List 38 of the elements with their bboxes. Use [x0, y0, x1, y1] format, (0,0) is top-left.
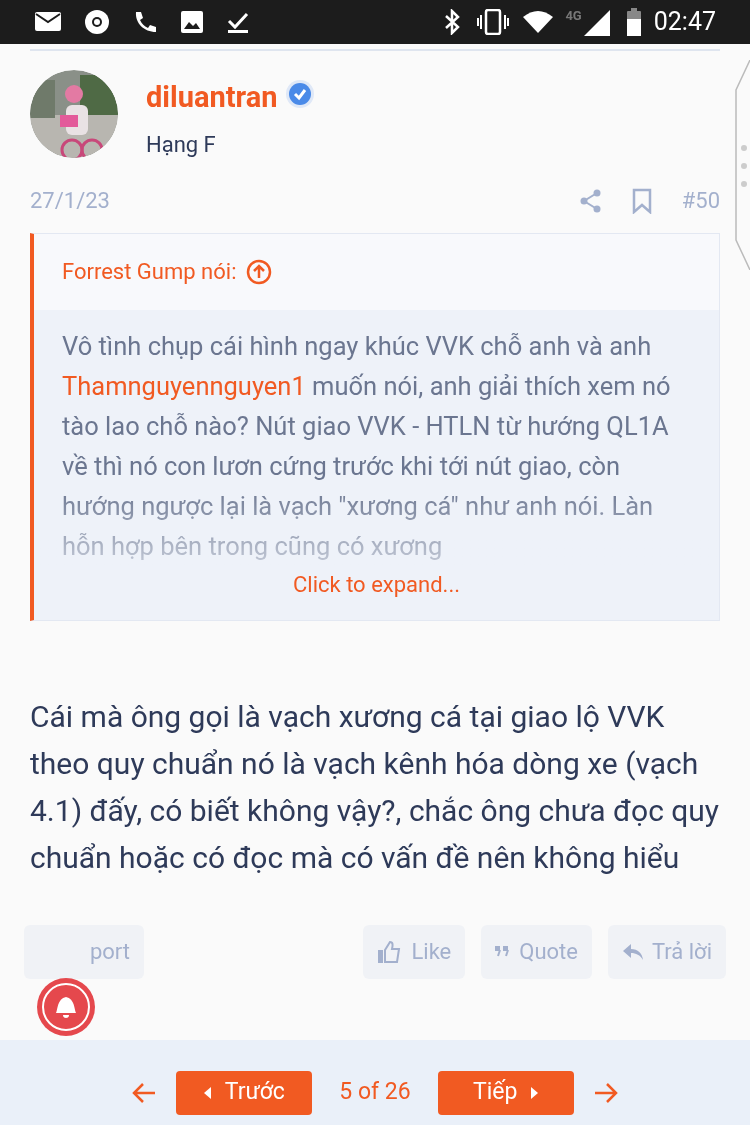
post-body: Cái mà ông gọi là vạch xương cá tại giao lộ VVK theo quy chuẩn nó là vạch kênh hóa dòng xe (vạch 4.1) đấy, có biết không vậy?, chắc ông chưa đọc quy chuẩn hoặc có đọc mà có vấn đề nên không hiểu: [29, 697, 721, 877]
arrow-right-icon[interactable]: [593, 1081, 618, 1104]
quote-author[interactable]: Forrest Gump nói:: [62, 255, 237, 288]
wifi-icon: [523, 11, 554, 33]
mail-icon: [34, 11, 62, 33]
page-indicator: 5 of 26: [339, 1077, 411, 1108]
report-button[interactable]: port: [24, 924, 144, 979]
user-rank: Hạng F: [146, 130, 217, 159]
bluetooth-icon: [443, 9, 462, 35]
bookmark-icon[interactable]: [631, 187, 652, 214]
like-button[interactable]: Like: [363, 924, 466, 979]
quote-marks-icon: [495, 945, 510, 958]
previous-button[interactable]: Trước: [176, 1070, 313, 1115]
vibrate-icon: [477, 9, 510, 35]
username[interactable]: diluantran: [146, 76, 278, 120]
arrow-left-icon[interactable]: [132, 1081, 157, 1104]
network-type: 4G: [565, 7, 582, 25]
arrow-up-circle-icon[interactable]: [246, 258, 273, 285]
image-icon: [180, 10, 204, 34]
quote-button[interactable]: Quote: [481, 924, 592, 979]
expand-link[interactable]: Click to expand...: [293, 571, 460, 597]
battery-icon: [625, 8, 642, 36]
quote-text: Vô tình chụp cái hình ngay khúc VVK chỗ anh và anh Thamnguyennguyen1 muốn nói, anh giải thích xem nó tào lao chỗ nào? Nút giao VVK - HTLN từ hướng QL1A về thì nó con lươn cứng trước khi tới nút giao, còn hướng ngược lại là vạch "xương cá" như anh nói. Làn hỗn hợp bên trong cũng có xương: [62, 329, 672, 563]
thumbs-up-icon: [377, 939, 402, 964]
browser-icon: [84, 9, 110, 35]
reply-icon: [621, 941, 644, 962]
user-mention-link[interactable]: Thamnguyennguyen1: [62, 370, 306, 401]
clock: 02:47: [653, 6, 716, 39]
post-number[interactable]: #50: [681, 184, 720, 217]
reply-button[interactable]: Trả lời: [607, 924, 726, 979]
next-button[interactable]: Tiếp: [437, 1070, 574, 1115]
download-done-icon: [226, 10, 250, 34]
caret-right-icon: [531, 1086, 539, 1099]
post-date[interactable]: 27/1/23: [30, 184, 110, 217]
notification-bell-button[interactable]: [36, 977, 96, 1037]
share-icon[interactable]: [579, 188, 602, 213]
caret-left-icon: [203, 1086, 211, 1099]
edge-panel-handle[interactable]: [734, 60, 750, 270]
